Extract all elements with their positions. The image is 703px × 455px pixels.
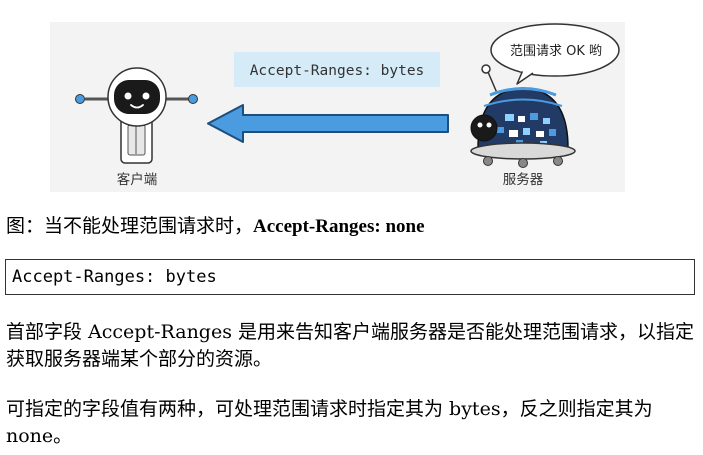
code-text: Accept-Ranges: bytes bbox=[12, 267, 217, 287]
caption-bold: Accept-Ranges: none bbox=[253, 216, 425, 237]
header-label: Accept-Ranges: bytes bbox=[250, 63, 425, 79]
server-label: 服务器 bbox=[503, 172, 544, 188]
paragraph-2: 可指定的字段值有两种，可处理范围请求时指定其为 bytes，反之则指定其为 no… bbox=[6, 398, 653, 447]
client-label: 客户端 bbox=[117, 171, 158, 188]
illustration-svg: Accept-Ranges: bytes 客户端 范围请求 OK 哟 服务器 bbox=[50, 22, 625, 192]
figure-caption: 图：当不能处理范围请求时，Accept-Ranges: none bbox=[6, 214, 425, 239]
speech-bubble-text: 范围请求 OK 哟 bbox=[510, 44, 602, 59]
caption-prefix: 图：当不能处理范围请求时， bbox=[6, 215, 254, 237]
code-block: Accept-Ranges: bytes bbox=[5, 259, 695, 295]
illustration: Accept-Ranges: bytes 客户端 范围请求 OK 哟 服务器 bbox=[0, 0, 703, 200]
paragraph-1: 首部字段 Accept-Ranges 是用来告知客户端服务器是否能处理范围请求，… bbox=[6, 321, 695, 370]
